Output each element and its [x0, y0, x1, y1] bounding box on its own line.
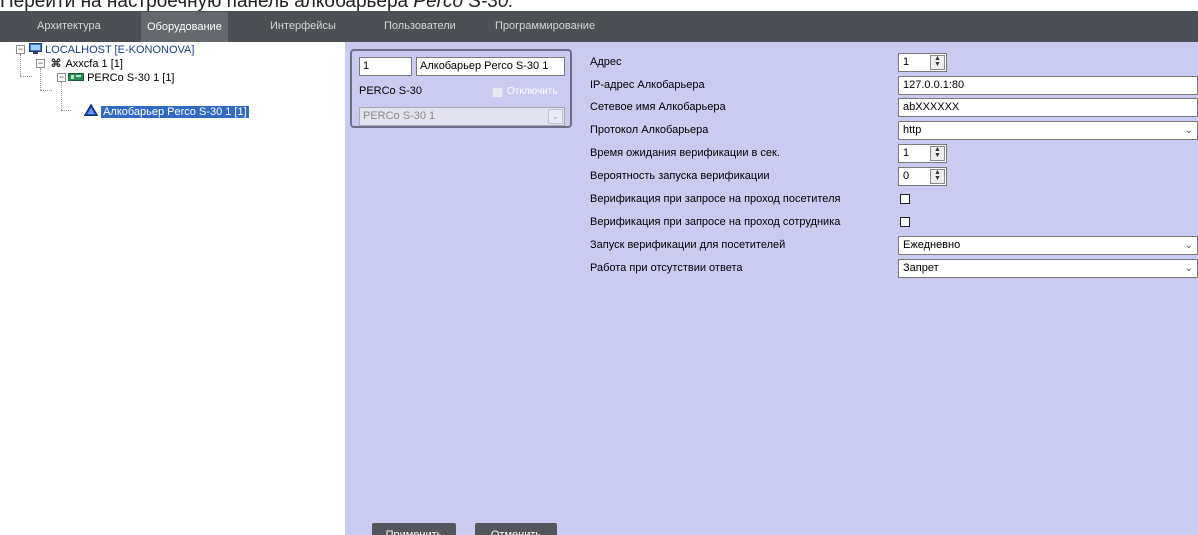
no-response-label: Работа при отсутствии ответа: [590, 262, 743, 274]
spin-arrows-icon[interactable]: ▲ ▼: [930, 169, 945, 184]
apply-button[interactable]: Применить: [372, 523, 456, 535]
object-type-label: PERCo S-30: [359, 85, 422, 97]
verify-visitor-checkbox[interactable]: [900, 194, 910, 204]
chevron-down-icon: ⌄: [1184, 263, 1193, 274]
network-hub-icon: ⌘: [50, 58, 62, 70]
tree-item-device[interactable]: Алкобарьер Perco S-30 1 [1]: [83, 103, 249, 118]
no-response-select[interactable]: Запрет ⌄: [898, 259, 1198, 278]
parent-select[interactable]: PERCo S-30 1 ⌄: [359, 107, 565, 126]
object-name-field[interactable]: Алкобарьер Perco S-30 1: [416, 57, 565, 76]
expand-axxon-toggle[interactable]: −: [36, 59, 45, 68]
chevron-down-icon: ⌄: [548, 109, 563, 124]
tab-interfaces[interactable]: Интерфейсы: [264, 11, 342, 42]
address-stepper[interactable]: 1 ▲ ▼: [898, 53, 947, 72]
tree-server-label: LOCALHOST [E-KONONOVA]: [45, 44, 195, 56]
launch-visitors-select[interactable]: Ежедневно ⌄: [898, 236, 1198, 255]
expand-controller-toggle[interactable]: −: [57, 73, 66, 82]
probability-label: Вероятность запуска верификации: [590, 170, 770, 182]
address-value: 1: [903, 56, 910, 68]
ip-field[interactable]: 127.0.0.1:80: [898, 76, 1198, 95]
parent-select-value: PERCo S-30 1: [363, 110, 436, 122]
computer-icon: [29, 43, 42, 54]
tree-item-server[interactable]: LOCALHOST [E-KONONOVA]: [29, 43, 194, 57]
tree-item-controller[interactable]: PERCo S-30 1 [1]: [68, 71, 175, 85]
properties-panel: Адрес 1 ▲ ▼ IP-адрес Алкобарьера 127.0.0.…: [578, 42, 1198, 535]
address-label: Адрес: [590, 56, 622, 68]
spin-arrows-icon[interactable]: ▲ ▼: [930, 55, 945, 70]
chevron-down-icon: ⌄: [1184, 240, 1193, 251]
disable-label: Отключить: [507, 86, 558, 97]
verify-visitor-label: Верификация при запросе на проход посети…: [590, 193, 841, 205]
netname-label: Сетевое имя Алкобарьера: [590, 101, 726, 113]
netname-field[interactable]: abXXXXXX: [898, 98, 1198, 117]
tab-users[interactable]: Пользователи: [378, 11, 462, 42]
bottom-button-bar: [345, 520, 1198, 535]
cancel-button[interactable]: Отменить: [475, 523, 557, 535]
chevron-down-icon: ⌄: [1184, 125, 1193, 136]
launch-visitors-label: Запуск верификации для посетителей: [590, 239, 786, 251]
disable-checkbox[interactable]: [492, 87, 503, 98]
launch-visitors-value: Ежедневно: [903, 239, 961, 251]
tab-equipment[interactable]: Оборудование: [141, 12, 228, 42]
spin-arrows-icon[interactable]: ▲ ▼: [930, 146, 945, 161]
page-caption: Перейти на настроечную панель алкобарьер…: [0, 0, 514, 12]
probability-stepper[interactable]: 0 ▲ ▼: [898, 167, 947, 186]
tree-axxon-label: Axxcfa 1 [1]: [65, 58, 123, 70]
timeout-label: Время ожидания верификации в сек.: [590, 147, 780, 159]
tree-item-axxon[interactable]: ⌘ Axxcfa 1 [1]: [49, 57, 123, 71]
probability-value: 0: [903, 170, 910, 182]
ip-label: IP-адрес Алкобарьера: [590, 79, 705, 91]
tab-programming[interactable]: Программирование: [489, 11, 601, 42]
tree-device-label: Алкобарьер Perco S-30 1 [1]: [101, 106, 249, 118]
main-tab-bar: Архитектура Оборудование Интерфейсы Поль…: [0, 11, 1198, 42]
object-card: 1 Алкобарьер Perco S-30 1 PERCo S-30 Отк…: [350, 49, 572, 128]
tab-architecture[interactable]: Архитектура: [31, 11, 107, 42]
timeout-stepper[interactable]: 1 ▲ ▼: [898, 144, 947, 163]
controller-board-icon: [68, 73, 84, 81]
protocol-label: Протокол Алкобарьера: [590, 124, 709, 136]
protocol-select[interactable]: http ⌄: [898, 121, 1198, 140]
alcobarrier-device-icon: [83, 103, 99, 116]
no-response-value: Запрет: [903, 262, 939, 274]
expand-server-toggle[interactable]: −: [16, 45, 25, 54]
hardware-tree: − LOCALHOST [E-KONONOVA] − ⌘ Axxcfa 1 [1…: [0, 42, 345, 535]
verify-employee-label: Верификация при запросе на проход сотруд…: [590, 216, 841, 228]
tree-controller-label: PERCo S-30 1 [1]: [87, 72, 175, 84]
object-id-field[interactable]: 1: [359, 57, 412, 76]
timeout-value: 1: [903, 147, 910, 159]
object-panel: 1 Алкобарьер Perco S-30 1 PERCo S-30 Отк…: [345, 42, 578, 535]
verify-employee-checkbox[interactable]: [900, 217, 910, 227]
protocol-value: http: [903, 124, 922, 136]
